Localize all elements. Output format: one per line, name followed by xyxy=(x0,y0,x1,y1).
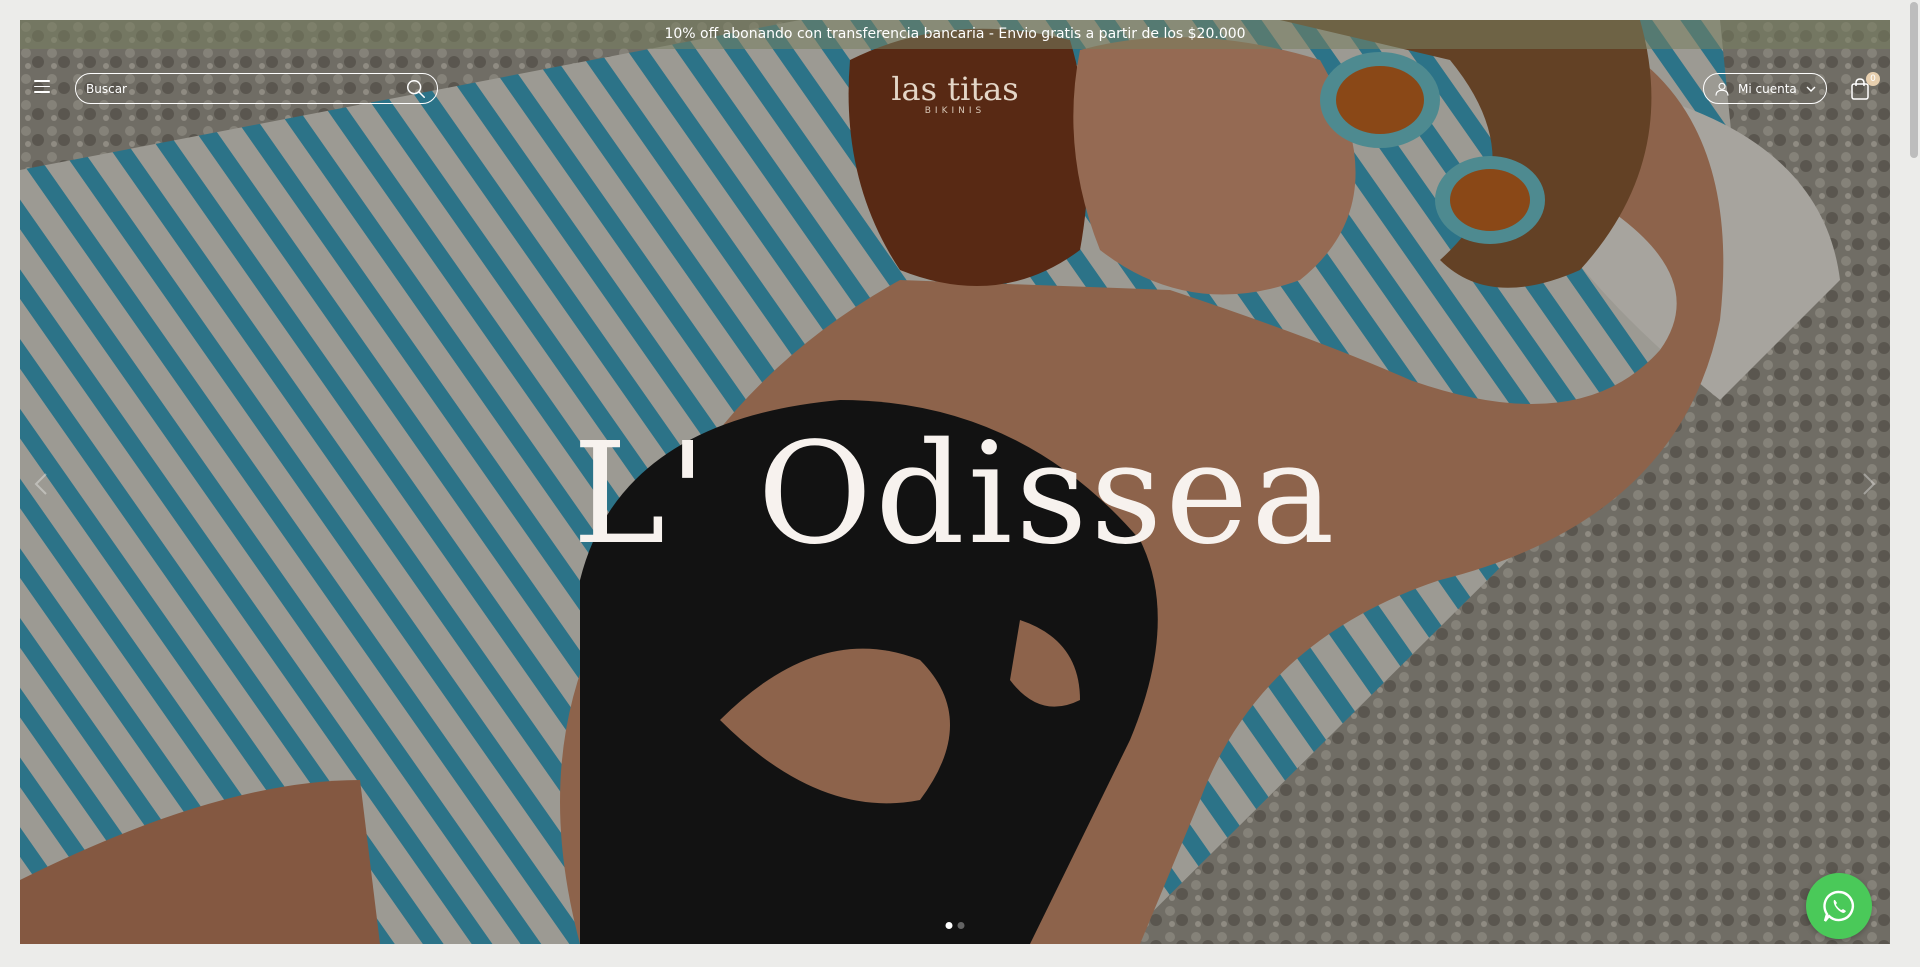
hero-title: L' Odissea xyxy=(572,413,1338,576)
search-bar xyxy=(75,73,438,104)
cart-count-badge: 0 xyxy=(1866,72,1880,86)
site-logo[interactable]: las titas BIKINIS xyxy=(891,72,1018,116)
announcement-bar: 10% off abonando con transferencia banca… xyxy=(20,20,1890,49)
slider-dot-1[interactable] xyxy=(945,922,953,929)
cart-button[interactable]: 0 xyxy=(1850,72,1880,100)
scrollbar-thumb[interactable] xyxy=(1910,2,1918,158)
slider-next-arrow-icon[interactable] xyxy=(1860,472,1878,496)
logo-wordmark: las titas xyxy=(891,70,1019,108)
whatsapp-icon xyxy=(1823,890,1854,922)
search-input[interactable] xyxy=(86,81,405,96)
page-scrollbar[interactable] xyxy=(1908,0,1920,967)
slider-dot-2[interactable] xyxy=(957,922,965,929)
user-icon xyxy=(1715,82,1729,96)
hamburger-icon[interactable] xyxy=(34,80,50,94)
account-button[interactable]: Mi cuenta xyxy=(1703,73,1827,104)
whatsapp-button[interactable] xyxy=(1806,873,1872,939)
account-label: Mi cuenta xyxy=(1738,81,1797,96)
chevron-down-icon xyxy=(1806,86,1816,92)
slider-pagination xyxy=(945,922,965,929)
site-header: las titas BIKINIS Mi cuenta 0 xyxy=(20,60,1890,120)
slider-prev-arrow-icon[interactable] xyxy=(32,472,50,496)
search-icon[interactable] xyxy=(405,78,427,100)
logo-tagline: BIKINIS xyxy=(924,106,986,116)
hero-slider: 10% off abonando con transferencia banca… xyxy=(20,20,1890,944)
